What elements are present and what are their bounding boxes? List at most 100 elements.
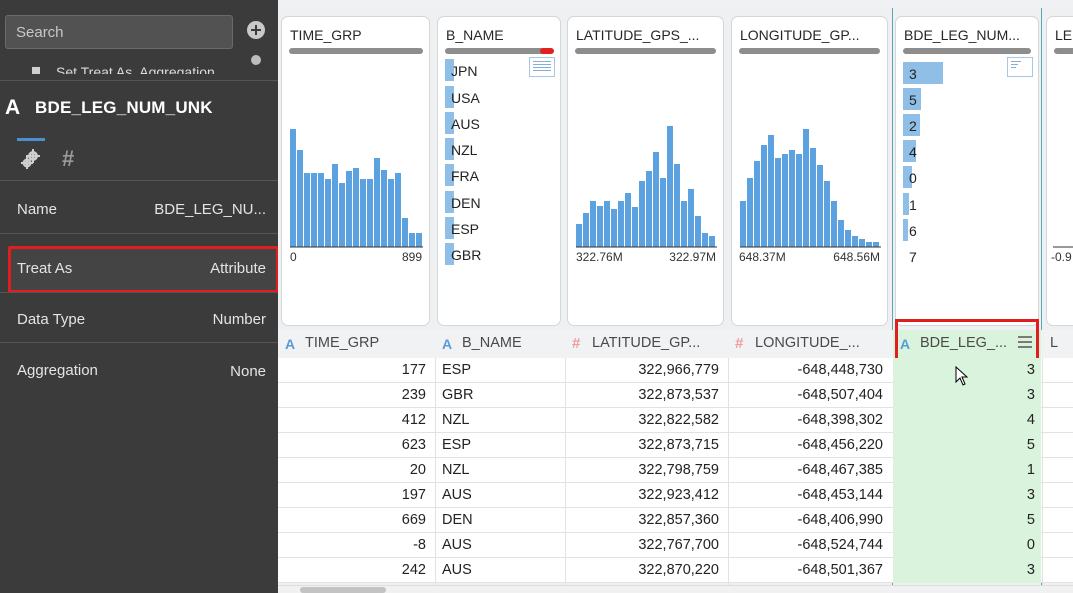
cell-b-name: NZL [442, 462, 470, 478]
cell-bde-leg-num: 1 [1026, 462, 1035, 478]
list-view-icon[interactable] [1007, 57, 1033, 77]
category-label: 1 [909, 197, 917, 213]
cell-time-grp: -8 [413, 537, 426, 553]
cell-longitude: -648,453,144 [797, 487, 883, 503]
divider [0, 180, 278, 181]
profile-card-latitude[interactable]: LATITUDE_GPS_... 322.76M 322.97M [567, 16, 724, 326]
cell-time-grp: 239 [401, 387, 426, 403]
selected-column-cell [893, 383, 1041, 408]
profile-card-partial[interactable]: LEI -0.9 [1046, 16, 1073, 326]
add-icon[interactable] [247, 21, 265, 39]
prop-data-type-value[interactable]: Number [213, 311, 266, 328]
cell-bde-leg-num: 0 [1026, 537, 1035, 553]
axis-min: 322.76M [576, 250, 623, 264]
cell-b-name: GBR [442, 387, 474, 403]
column-divider [728, 358, 729, 585]
tab-general-gear-icon[interactable] [17, 138, 45, 176]
header-longitude[interactable]: # LONGITUDE_... [728, 330, 892, 358]
cell-b-name: ESP [442, 437, 472, 453]
cell-bde-leg-num: 5 [1026, 512, 1035, 528]
scrollbar-thumb[interactable] [300, 587, 386, 593]
column-title: BDE_LEG_NUM_UNK [35, 98, 213, 117]
cell-bde-leg-num: 4 [1026, 412, 1035, 428]
search-input[interactable]: Search [5, 15, 233, 49]
prop-treat-as-value[interactable]: Attribute [210, 260, 266, 277]
selected-column-cell [893, 458, 1041, 483]
profile-card-b-name[interactable]: B_NAME JPN USA AUS NZL FRA DEN ESP GBR [437, 16, 561, 326]
category-label: 5 [909, 92, 917, 108]
table-row[interactable]: 239 GBR 322,873,537 -648,507,404 3 [278, 383, 1073, 408]
category-label: FRA [451, 168, 479, 184]
axis-min: -0.9 [1051, 250, 1072, 264]
cell-bde-leg-num: 3 [1026, 487, 1035, 503]
horizontal-scrollbar[interactable] [278, 585, 1073, 593]
category-label: JPN [451, 63, 478, 79]
axis-min: 648.37M [739, 250, 786, 264]
histogram [290, 129, 423, 248]
table-row[interactable]: -8 AUS 322,767,700 -648,524,744 0 [278, 533, 1073, 558]
card-title: B_NAME [446, 27, 504, 43]
cell-longitude: -648,467,385 [797, 462, 883, 478]
prop-name-value[interactable]: BDE_LEG_NU... [154, 201, 266, 218]
header-time-grp[interactable]: A TIME_GRP [278, 330, 435, 358]
category-label: GBR [451, 247, 482, 263]
card-title: BDE_LEG_NUM... [904, 27, 1020, 43]
divider [0, 342, 278, 343]
mouse-cursor-icon [955, 366, 969, 386]
header-label: B_NAME [462, 335, 522, 351]
category-label: 7 [909, 249, 917, 265]
menu-item-set-treat-as[interactable]: Set Treat As, Aggregation [28, 62, 238, 74]
cell-longitude: -648,398,302 [797, 412, 883, 428]
category-label: 4 [909, 144, 917, 160]
table-row[interactable]: 197 AUS 322,923,412 -648,453,144 3 [278, 483, 1073, 508]
cell-b-name: NZL [442, 412, 470, 428]
table-row[interactable]: 669 DEN 322,857,360 -648,406,990 5 [278, 508, 1073, 533]
axis-max: 899 [401, 250, 422, 264]
table-row[interactable]: 20 NZL 322,798,759 -648,467,385 1 [278, 458, 1073, 483]
cell-longitude: -648,456,220 [797, 437, 883, 453]
category-label: 6 [909, 223, 917, 239]
attribute-type-icon: A [442, 336, 453, 352]
cell-latitude: 322,822,582 [638, 412, 719, 428]
cell-time-grp: 412 [401, 412, 426, 428]
cell-latitude: 322,870,220 [638, 562, 719, 578]
prop-aggregation-value[interactable]: None [230, 363, 266, 380]
profile-card-bde-leg-num[interactable]: BDE_LEG_NUM... 3 5 2 4 0 1 6 7 [895, 16, 1039, 326]
cell-time-grp: 197 [401, 487, 426, 503]
list-view-icon[interactable] [529, 57, 555, 77]
cell-longitude: -648,507,404 [797, 387, 883, 403]
selected-column-cell [893, 533, 1041, 558]
attribute-type-icon: A [285, 336, 296, 352]
category-label: USA [451, 90, 480, 106]
category-label: 2 [909, 118, 917, 134]
axis-max: 648.56M [833, 250, 880, 264]
measure-hash-icon: # [572, 335, 581, 352]
header-latitude[interactable]: # LATITUDE_GP... [565, 330, 728, 358]
table-row[interactable]: 177 ESP 322,966,779 -648,448,730 3 [278, 358, 1073, 383]
cell-b-name: ESP [442, 362, 472, 378]
cell-bde-leg-num: 5 [1026, 437, 1035, 453]
scroll-indicator-icon [251, 55, 261, 65]
cell-time-grp: 669 [401, 512, 426, 528]
selected-column-cell [893, 558, 1041, 583]
cell-latitude: 322,767,700 [638, 537, 719, 553]
data-grid-area: TIME_GRP 0 899 B_NAME JPN USA AUS NZL FR… [278, 0, 1073, 593]
header-label: LONGITUDE_... [755, 335, 860, 351]
category-label: DEN [451, 195, 481, 211]
profile-card-time-grp[interactable]: TIME_GRP 0 899 [281, 16, 430, 326]
header-label: TIME_GRP [305, 335, 380, 351]
category-bar [903, 219, 908, 241]
header-partial[interactable]: L [1042, 330, 1073, 358]
table-row[interactable]: 412 NZL 322,822,582 -648,398,302 4 [278, 408, 1073, 433]
measure-hash-icon: # [735, 335, 744, 352]
cell-time-grp: 623 [401, 437, 426, 453]
column-divider [435, 358, 436, 585]
properties-panel: Search Set Treat As, Aggregation A BDE_L… [0, 0, 279, 593]
table-row[interactable]: 242 AUS 322,870,220 -648,501,367 3 [278, 558, 1073, 583]
tab-number-hash-icon[interactable]: # [62, 146, 74, 172]
header-b-name[interactable]: A B_NAME [435, 330, 565, 358]
cell-latitude: 322,857,360 [638, 512, 719, 528]
prop-name-label: Name [17, 201, 58, 218]
profile-card-longitude[interactable]: LONGITUDE_GP... 648.37M 648.56M [731, 16, 888, 326]
table-row[interactable]: 623 ESP 322,873,715 -648,456,220 5 [278, 433, 1073, 458]
